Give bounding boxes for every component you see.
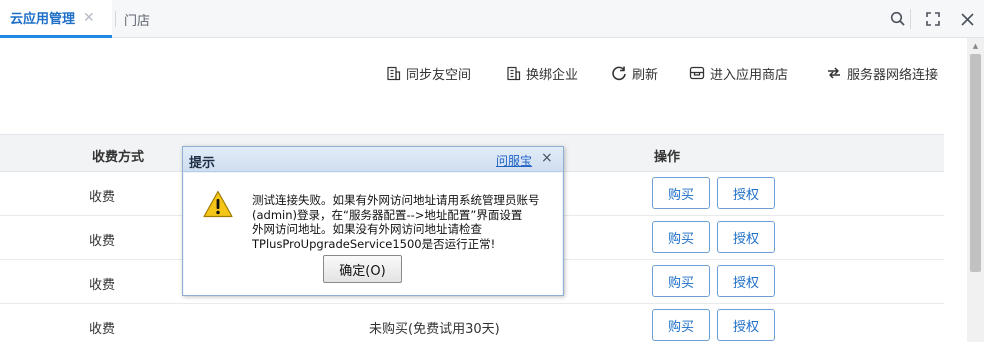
- fee-cell: 收费: [89, 234, 116, 249]
- tab-label: 云应用管理: [10, 12, 76, 27]
- authorize-button[interactable]: 授权: [717, 177, 775, 209]
- fee-cell: 收费: [89, 190, 116, 205]
- building-icon: [505, 65, 521, 81]
- refresh-button[interactable]: 刷新: [611, 62, 658, 84]
- dialog-help-link[interactable]: 问服宝: [496, 152, 532, 169]
- tab-bar: 云应用管理 ✕ 门店: [0, 0, 984, 38]
- buy-button[interactable]: 购买: [652, 221, 710, 253]
- status-cell: 未购买(免费试用30天): [369, 322, 500, 337]
- dialog-body: 测试连接失败。如果有外网访问地址请用系统管理员账号 (admin)登录，在“服务…: [184, 173, 562, 295]
- tab-label: 门店: [124, 13, 151, 29]
- vertical-scrollbar[interactable]: ▲: [967, 38, 984, 342]
- search-icon[interactable]: [884, 7, 912, 31]
- authorize-button[interactable]: 授权: [717, 309, 775, 341]
- column-header-operation: 操作: [654, 150, 681, 165]
- dialog-header: 提示 问服宝 ×: [183, 147, 563, 172]
- table-row: 收费 未购买(免费试用30天) 购买 授权: [0, 304, 944, 342]
- refresh-label: 刷新: [632, 67, 659, 83]
- ok-button[interactable]: 确定(O): [323, 255, 402, 283]
- server-network-connection-label: 服务器网络连接: [847, 67, 939, 83]
- warning-icon: [203, 190, 233, 218]
- dialog-title: 提示: [189, 156, 216, 171]
- sync-space-label: 同步友空间: [406, 67, 472, 83]
- dialog-close-icon[interactable]: ×: [541, 150, 553, 166]
- refresh-icon: [611, 65, 627, 81]
- alert-dialog: 提示 问服宝 × 测试连接失败。如果有外网访问地址请用系统管理员账号 (admi…: [182, 146, 564, 296]
- tab-close-icon[interactable]: ✕: [83, 10, 95, 26]
- column-header-fee-method: 收费方式: [92, 150, 145, 165]
- server-network-connection-button[interactable]: 服务器网络连接: [826, 62, 938, 84]
- enter-app-store-button[interactable]: 进入应用商店: [689, 62, 788, 84]
- buy-button[interactable]: 购买: [652, 265, 710, 297]
- expand-icon[interactable]: [919, 7, 947, 31]
- authorize-button[interactable]: 授权: [717, 265, 775, 297]
- buy-button[interactable]: 购买: [652, 177, 710, 209]
- rebind-company-label: 换绑企业: [526, 67, 579, 83]
- rebind-company-button[interactable]: 换绑企业: [505, 62, 578, 84]
- scroll-thumb[interactable]: [970, 54, 981, 272]
- tab-cloud-app-management[interactable]: 云应用管理 ✕: [0, 0, 112, 38]
- exchange-arrows-icon: [826, 65, 842, 81]
- tab-divider: [115, 11, 116, 27]
- dialog-message: 测试连接失败。如果有外网访问地址请用系统管理员账号 (admin)登录，在“服务…: [252, 193, 540, 251]
- store-icon: [689, 65, 705, 81]
- scroll-up-arrow-icon[interactable]: ▲: [967, 40, 984, 52]
- fee-cell: 收费: [89, 278, 116, 293]
- sync-space-button[interactable]: 同步友空间: [385, 62, 471, 84]
- authorize-button[interactable]: 授权: [717, 221, 775, 253]
- buy-button[interactable]: 购买: [652, 309, 710, 341]
- enter-app-store-label: 进入应用商店: [710, 67, 789, 83]
- fee-cell: 收费: [89, 322, 116, 337]
- building-icon: [385, 65, 401, 81]
- app-window: 云应用管理 ✕ 门店 同步友空间 换绑企业 刷新 进入应用商店 服务器网络连接 …: [0, 0, 984, 342]
- tab-store[interactable]: 门店: [124, 0, 150, 38]
- control-divider: [910, 9, 911, 29]
- close-icon[interactable]: [953, 7, 981, 31]
